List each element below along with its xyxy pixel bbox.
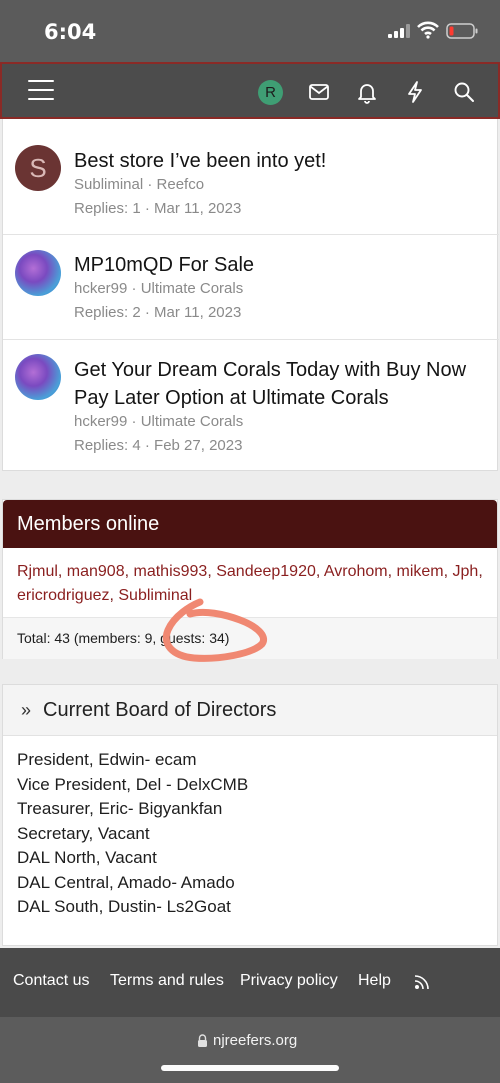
thread-author-forum: hcker99 · Ultimate Corals <box>74 413 244 430</box>
thread-title[interactable]: Best store I’ve been into yet! <box>74 147 489 175</box>
terms-link[interactable]: Terms and rules <box>110 972 224 990</box>
menu-icon[interactable] <box>28 80 54 102</box>
thread-replies-date: Replies: 2 · Mar 11, 2023 <box>74 304 242 321</box>
user-avatar[interactable] <box>15 354 61 400</box>
board-line: Treasurer, Eric- Bigyankfan <box>17 799 223 818</box>
thread-list: S Best store I’ve been into yet! Sublimi… <box>2 119 499 471</box>
status-bar: 6:04 <box>0 0 500 62</box>
site-footer: Contact us Terms and rules Privacy polic… <box>0 948 500 1017</box>
browser-address-bar[interactable]: njreefers.org <box>0 1017 500 1083</box>
thread-item[interactable]: S Best store I’ve been into yet! Sublimi… <box>3 119 499 235</box>
rss-icon[interactable] <box>414 974 430 990</box>
wifi-icon <box>417 21 439 39</box>
lock-icon <box>198 1034 207 1047</box>
board-line: DAL South, Dustin- Ls2Goat <box>17 897 231 916</box>
privacy-link[interactable]: Privacy policy <box>240 972 338 990</box>
bell-alerts-icon[interactable] <box>355 80 379 104</box>
cellular-signal-icon <box>388 24 410 38</box>
thread-author-forum: Subliminal · Reefco <box>74 176 205 193</box>
board-line: Vice President, Del - DelxCMB <box>17 774 249 794</box>
thread-replies-date: Replies: 4 · Feb 27, 2023 <box>74 437 243 454</box>
member-link[interactable]: Rjmul <box>17 563 58 580</box>
help-link[interactable]: Help <box>358 972 391 990</box>
board-line: DAL Central, Amado- Amado <box>17 872 235 892</box>
annotation-scribble <box>162 598 267 662</box>
double-chevron-icon: » <box>21 700 32 720</box>
thread-title[interactable]: Get Your Dream Corals Today with Buy Now… <box>74 356 489 412</box>
member-link[interactable]: mikem <box>397 563 444 580</box>
thread-item[interactable]: Get Your Dream Corals Today with Buy Now… <box>3 340 499 471</box>
lightning-bolt-icon[interactable] <box>403 80 427 104</box>
user-avatar[interactable] <box>15 250 61 296</box>
contact-us-link[interactable]: Contact us <box>13 972 89 990</box>
member-link[interactable]: Sandeep1920 <box>216 563 316 580</box>
user-avatar[interactable]: R <box>258 80 283 105</box>
battery-low-icon <box>446 23 478 39</box>
thread-replies-date: Replies: 1 · Mar 11, 2023 <box>74 200 242 217</box>
member-link[interactable]: Avrohom <box>324 563 388 580</box>
board-line: DAL North, Vacant <box>17 848 157 867</box>
thread-item[interactable]: MP10mQD For Sale hcker99 · Ultimate Cora… <box>3 235 499 340</box>
board-heading-label: Current Board of Directors <box>43 699 277 721</box>
members-online-heading[interactable]: Members online <box>3 500 497 548</box>
member-link[interactable]: mathis993 <box>134 563 208 580</box>
board-line: President, Edwin- ecam <box>17 750 197 769</box>
url-text[interactable]: njreefers.org <box>213 1032 297 1049</box>
member-link[interactable]: Jph <box>453 563 479 580</box>
search-icon[interactable] <box>452 80 476 104</box>
inbox-envelope-icon[interactable] <box>307 80 331 104</box>
board-line: Secretary, Vacant <box>17 823 150 843</box>
top-navigation-bar: R <box>0 62 500 119</box>
clock: 6:04 <box>44 20 97 44</box>
member-link[interactable]: man908 <box>67 563 125 580</box>
thread-author-forum: hcker99 · Ultimate Corals <box>74 280 244 297</box>
member-link[interactable]: ericrodriguez <box>17 587 109 604</box>
board-member-list: President, Edwin- ecam Vice President, D… <box>3 736 497 920</box>
thread-title[interactable]: MP10mQD For Sale <box>74 251 489 279</box>
board-of-directors-block: » Current Board of Directors President, E… <box>2 684 498 946</box>
home-indicator[interactable] <box>161 1065 339 1071</box>
board-heading[interactable]: » Current Board of Directors <box>3 685 497 736</box>
user-avatar[interactable]: S <box>15 145 61 191</box>
